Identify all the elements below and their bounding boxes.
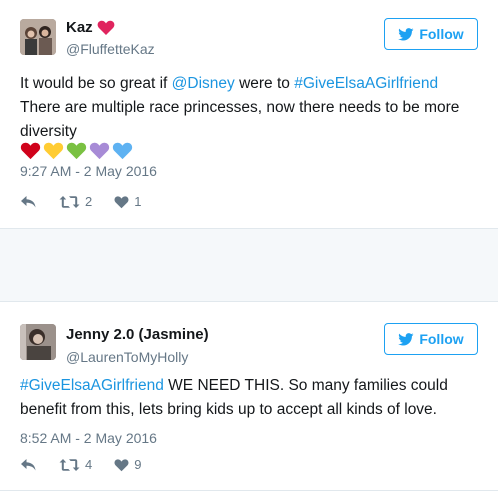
tweet-text: It would be so great if @Disney were to … bbox=[20, 72, 480, 144]
reply-button[interactable] bbox=[20, 195, 37, 209]
text-segment: were to bbox=[234, 75, 295, 92]
heart-emoji-icon bbox=[66, 142, 87, 160]
heart-emoji-icon bbox=[89, 142, 110, 160]
retweet-button[interactable]: 4 bbox=[59, 457, 92, 472]
tweet-card: Kaz @FluffetteKaz Follow It would be so … bbox=[0, 0, 498, 229]
reply-button[interactable] bbox=[20, 458, 37, 472]
follow-label: Follow bbox=[419, 331, 464, 347]
heart-emoji-icon bbox=[43, 142, 64, 160]
reply-icon bbox=[21, 195, 36, 207]
hashtag-link[interactable]: #GiveElsaAGirlfriend bbox=[20, 377, 164, 394]
twitter-bird-icon bbox=[398, 27, 414, 40]
user-handle[interactable]: @FluffetteKaz bbox=[66, 41, 155, 57]
avatar[interactable] bbox=[20, 324, 56, 360]
tweet-actions: 4 9 bbox=[20, 457, 163, 472]
retweet-icon bbox=[59, 458, 80, 471]
name-row: Jenny 2.0 (Jasmine) bbox=[66, 326, 209, 343]
red-heart-emoji-icon bbox=[97, 20, 115, 35]
retweet-count: 4 bbox=[85, 457, 93, 472]
retweet-count: 2 bbox=[85, 194, 93, 209]
tweet-text: #GiveElsaAGirlfriend WE NEED THIS. So ma… bbox=[20, 374, 480, 422]
text-segment: It would be so great if bbox=[20, 75, 172, 92]
retweet-icon bbox=[59, 195, 80, 208]
tweet-actions: 2 1 bbox=[20, 194, 163, 209]
heart-emoji-icon bbox=[112, 142, 133, 160]
user-handle[interactable]: @LaurenToMyHolly bbox=[66, 349, 188, 365]
reply-icon bbox=[21, 458, 36, 470]
like-button[interactable]: 9 bbox=[114, 457, 141, 472]
name-row: Kaz bbox=[66, 19, 115, 36]
timestamp[interactable]: 9:27 AM - 2 May 2016 bbox=[20, 163, 157, 179]
mention-link[interactable]: @Disney bbox=[172, 75, 235, 92]
twitter-bird-icon bbox=[398, 332, 414, 345]
emoji-hearts-row bbox=[20, 141, 133, 160]
hashtag-link[interactable]: #GiveElsaAGirlfriend bbox=[294, 75, 438, 92]
display-name[interactable]: Jenny 2.0 (Jasmine) bbox=[66, 326, 209, 343]
follow-button[interactable]: Follow bbox=[384, 18, 478, 50]
avatar[interactable] bbox=[20, 19, 56, 55]
heart-icon bbox=[114, 195, 129, 208]
text-segment: There are multiple race princesses, now … bbox=[20, 99, 460, 140]
timestamp[interactable]: 8:52 AM - 2 May 2016 bbox=[20, 430, 157, 446]
retweet-button[interactable]: 2 bbox=[59, 194, 92, 209]
like-button[interactable]: 1 bbox=[114, 194, 141, 209]
follow-button[interactable]: Follow bbox=[384, 323, 478, 355]
like-count: 9 bbox=[134, 457, 142, 472]
like-count: 1 bbox=[134, 194, 142, 209]
follow-label: Follow bbox=[419, 26, 464, 42]
heart-emoji-icon bbox=[20, 142, 41, 160]
display-name[interactable]: Kaz bbox=[66, 19, 93, 36]
heart-icon bbox=[114, 458, 129, 471]
